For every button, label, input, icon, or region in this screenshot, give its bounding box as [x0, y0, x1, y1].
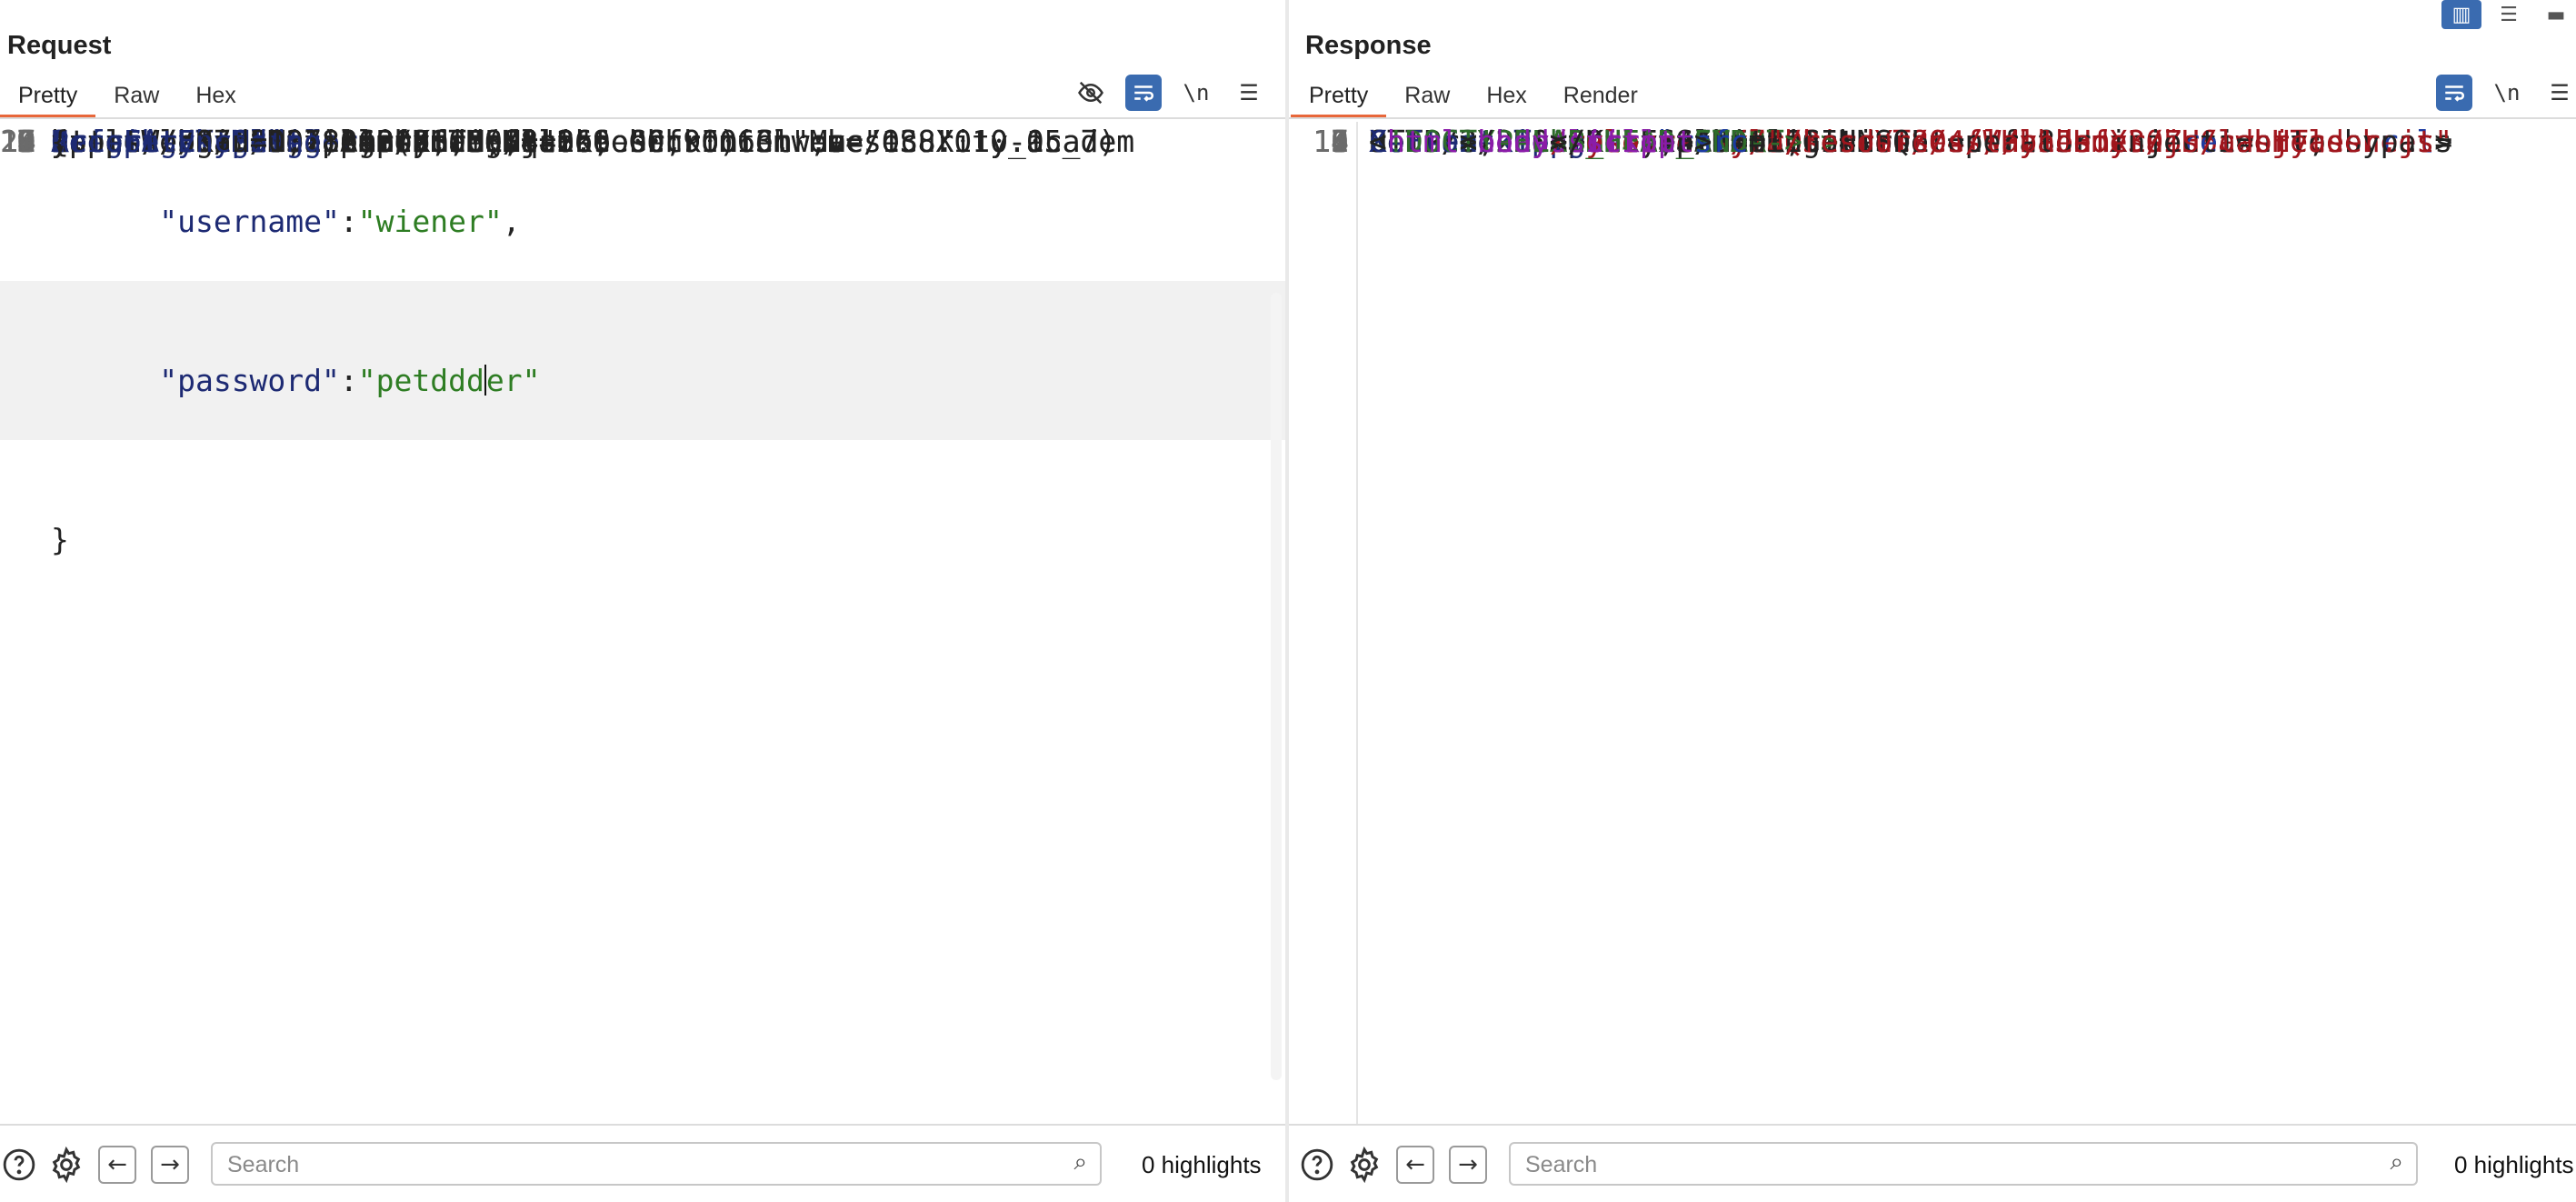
response-tabs: Pretty Raw Hex Render: [1291, 78, 1656, 118]
request-toolbar: \n ☰: [1073, 75, 1267, 111]
response-toolbar: \n ☰: [2436, 75, 2576, 111]
request-search-box: ⌕: [211, 1142, 1102, 1186]
response-title: Response: [1305, 31, 1432, 60]
tabs-divider: [1289, 117, 2576, 119]
gear-icon[interactable]: [1345, 1146, 1383, 1184]
tab-hex[interactable]: Hex: [177, 78, 254, 118]
hamburger-menu-icon[interactable]: ☰: [2541, 75, 2576, 111]
code-line: }: [51, 521, 69, 557]
json-key-username: "username": [159, 203, 340, 239]
response-search-input[interactable]: [1523, 1149, 2324, 1180]
search-icon[interactable]: ⌕: [1073, 1148, 1087, 1177]
newline-toggle[interactable]: \n: [1178, 75, 1214, 111]
tabs-divider: [0, 117, 1285, 119]
json-value-password: "petddder": [357, 362, 541, 398]
arrow-left-icon[interactable]: ←: [98, 1146, 136, 1184]
code-line: "username":"wiener",: [159, 203, 521, 239]
response-highlights-count: 0 highlights: [2454, 1151, 2574, 1178]
tab-render[interactable]: Render: [1545, 78, 1656, 118]
search-icon[interactable]: ⌕: [2390, 1148, 2403, 1177]
json-value-username: "wiener": [357, 203, 503, 239]
wrap-lines-icon[interactable]: [1125, 75, 1162, 111]
split-rows-icon[interactable]: ☰: [2489, 0, 2529, 29]
single-pane-icon[interactable]: ▬: [2536, 0, 2576, 29]
gutter-separator: [1356, 122, 1358, 1124]
layout-toggle-group: ▥ ☰ ▬: [2441, 0, 2576, 29]
request-scrollbar[interactable]: [1271, 293, 1282, 1080]
gear-icon[interactable]: [47, 1146, 85, 1184]
response-search-box: ⌕: [1509, 1142, 2418, 1186]
response-editor[interactable]: 1 HTTP/2 200 OK 2 Content-Type: text/html;…: [1289, 122, 2576, 1124]
split-columns-icon[interactable]: ▥: [2441, 0, 2481, 29]
request-search-input[interactable]: [225, 1149, 1010, 1180]
request-pane: Request Pretty Raw Hex \n ☰ 5 Sec-Ch-Ua-P…: [0, 0, 1285, 1202]
tab-hex[interactable]: Hex: [1468, 78, 1544, 118]
newline-toggle[interactable]: \n: [2489, 75, 2525, 111]
code-line-current: "password":"petddder": [0, 281, 1285, 441]
tab-raw[interactable]: Raw: [95, 78, 177, 118]
tab-raw[interactable]: Raw: [1386, 78, 1468, 118]
arrow-left-icon[interactable]: ←: [1396, 1146, 1434, 1184]
tab-pretty[interactable]: Pretty: [1291, 78, 1387, 118]
request-title: Request: [7, 31, 112, 60]
response-footer: ← → ⌕ 0 highlights: [1289, 1124, 2576, 1202]
arrow-right-icon[interactable]: →: [1449, 1146, 1487, 1184]
help-icon[interactable]: [1298, 1146, 1336, 1184]
response-pane: ▥ ☰ ▬ Response Pretty Raw Hex Render \n …: [1289, 0, 2576, 1202]
request-editor[interactable]: 5 Sec-Ch-Ua-Platform: "macOS" 6 Accept-Lang…: [0, 122, 1285, 1124]
wrap-lines-icon[interactable]: [2436, 75, 2472, 111]
request-footer: ← → ⌕ 0 highlights: [0, 1124, 1285, 1202]
arrow-right-icon[interactable]: →: [151, 1146, 189, 1184]
tab-pretty[interactable]: Pretty: [0, 78, 96, 118]
help-icon[interactable]: [0, 1146, 38, 1184]
eye-slash-icon[interactable]: [1073, 75, 1109, 111]
request-highlights-count: 0 highlights: [1142, 1151, 1262, 1178]
hamburger-menu-icon[interactable]: ☰: [1231, 75, 1267, 111]
json-key-password: "password": [159, 362, 340, 398]
request-tabs: Pretty Raw Hex: [0, 78, 255, 118]
